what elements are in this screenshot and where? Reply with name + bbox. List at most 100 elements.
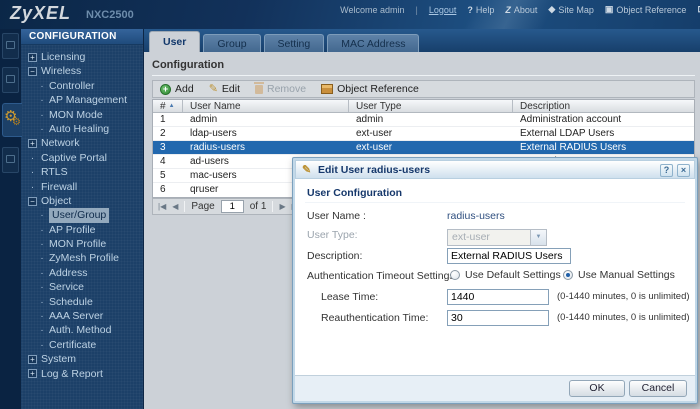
gear-small-icon: ⚙ (12, 118, 21, 128)
table-row[interactable]: 2 ldap-users ext-user External LDAP User… (153, 127, 694, 141)
user-configuration-heading: User Configuration (307, 187, 402, 199)
dialog-body: User Configuration User Name : radius-us… (295, 179, 695, 375)
reauth-time-input[interactable] (447, 310, 549, 326)
sidebar-item-captive-portal[interactable]: ·Captive Portal (21, 151, 143, 165)
add-button[interactable]: +Add (160, 83, 194, 95)
sidebar-item-mon-profile[interactable]: ·MON Profile (21, 237, 143, 251)
app-window: ZyXEL NXC2500 Welcome admin | Logout ?He… (0, 0, 700, 409)
prev-page-button[interactable]: ◀ (172, 202, 178, 211)
user-type-label: User Type: (307, 229, 358, 241)
sidebar-item-mon-mode[interactable]: ·MON Mode (21, 108, 143, 122)
edit-button[interactable]: ✎Edit (209, 83, 240, 95)
divider (184, 201, 185, 212)
edit-pencil-icon: ✎ (209, 84, 218, 95)
tab-setting[interactable]: Setting (264, 34, 325, 52)
sidebar-nav: +Licensing −Wireless ·Controller ·AP Man… (21, 45, 143, 381)
collapse-icon[interactable]: − (28, 67, 37, 76)
user-name-value: radius-users (447, 210, 505, 222)
description-input[interactable] (447, 248, 571, 264)
sidebar-item-zymesh-profile[interactable]: ·ZyMesh Profile (21, 251, 143, 265)
bullet-icon: · (39, 79, 45, 93)
col-user-type[interactable]: User Type (349, 100, 513, 112)
sidebar-item-service[interactable]: ·Service (21, 280, 143, 294)
zyxel-logo: ZyXEL (10, 3, 71, 24)
dialog-footer: OK Cancel (295, 375, 695, 401)
col-num[interactable]: #▲ (153, 100, 183, 112)
object-reference-icon: ▣ (605, 4, 614, 15)
sidebar-item-system[interactable]: +System (21, 352, 143, 366)
dashboard-icon[interactable] (2, 33, 19, 59)
bullet-icon: · (39, 122, 45, 136)
next-page-button[interactable]: ▶ (279, 202, 285, 211)
monitor-glyph (6, 75, 15, 83)
bullet-icon: · (39, 266, 45, 280)
tab-user[interactable]: User (149, 31, 200, 52)
use-manual-settings-radio[interactable]: Use Manual Settings (563, 269, 675, 281)
logout-link[interactable]: Logout (429, 5, 457, 15)
help-label: Help (476, 5, 495, 15)
object-reference-button[interactable]: Object Reference (321, 83, 419, 95)
collapse-icon[interactable]: − (28, 197, 37, 206)
sidebar-item-certificate[interactable]: ·Certificate (21, 338, 143, 352)
sidebar-item-address[interactable]: ·Address (21, 266, 143, 280)
col-user-name[interactable]: User Name (183, 100, 349, 112)
maintenance-glyph (6, 155, 15, 163)
sidebar-item-user-group[interactable]: ·User/Group (21, 208, 143, 222)
page-number-input[interactable] (221, 200, 244, 213)
col-description[interactable]: Description (513, 100, 694, 112)
sidebar-item-wireless[interactable]: −Wireless (21, 64, 143, 78)
section-heading: Configuration (152, 59, 224, 71)
use-default-settings-radio[interactable]: Use Default Settings (450, 269, 561, 281)
sidebar-item-auth-method[interactable]: ·Auth. Method (21, 323, 143, 337)
user-type-select: ext-user ▼ (447, 229, 547, 246)
lease-time-input[interactable] (447, 289, 549, 305)
monitor-icon[interactable] (2, 67, 19, 93)
bullet-icon: · (28, 151, 37, 165)
first-page-button[interactable]: |◀ (158, 202, 166, 211)
tab-bar: User Group Setting MAC Address (144, 29, 700, 52)
sidebar-item-schedule[interactable]: ·Schedule (21, 295, 143, 309)
sidebar-item-object[interactable]: −Object (21, 194, 143, 208)
bullet-icon: · (28, 180, 37, 194)
table-row-selected[interactable]: 3 radius-users ext-user External RADIUS … (153, 141, 694, 155)
cancel-button[interactable]: Cancel (629, 380, 687, 397)
sidebar-item-network[interactable]: +Network (21, 136, 143, 150)
about-link[interactable]: ZAbout (505, 5, 537, 15)
table-row[interactable]: 1 admin admin Administration account (153, 113, 694, 127)
object-reference-link[interactable]: ▣Object Reference (605, 4, 687, 15)
dialog-title: Edit User radius-users (318, 164, 430, 176)
header-links: Welcome admin | Logout ?Help ZAbout ◆Sit… (340, 4, 700, 15)
tab-mac-address[interactable]: MAC Address (327, 34, 419, 52)
configuration-icon[interactable]: ⚙ ⚙ (2, 103, 22, 137)
ok-button[interactable]: OK (569, 380, 625, 397)
sidebar-item-firewall[interactable]: ·Firewall (21, 180, 143, 194)
help-link[interactable]: ?Help (467, 5, 494, 15)
user-type-value: ext-user (452, 231, 490, 243)
sidebar-item-auto-healing[interactable]: ·Auto Healing (21, 122, 143, 136)
top-header: ZyXEL NXC2500 Welcome admin | Logout ?He… (0, 0, 700, 29)
sidebar-item-ap-profile[interactable]: ·AP Profile (21, 223, 143, 237)
sidebar-item-aaa-server[interactable]: ·AAA Server (21, 309, 143, 323)
radio-icon[interactable] (450, 270, 460, 280)
sidebar-item-log-report[interactable]: +Log & Report (21, 367, 143, 381)
expand-icon[interactable]: + (28, 369, 37, 378)
expand-icon[interactable]: + (28, 355, 37, 364)
radio-selected-icon[interactable] (563, 270, 573, 280)
expand-icon[interactable]: + (28, 53, 37, 62)
sitemap-icon: ◆ (548, 4, 555, 15)
sidebar-item-ap-management[interactable]: ·AP Management (21, 93, 143, 107)
bullet-icon: · (39, 295, 45, 309)
dialog-help-button[interactable]: ? (660, 164, 673, 177)
table-header-row: #▲ User Name User Type Description (153, 100, 694, 113)
sidebar-item-rtls[interactable]: ·RTLS (21, 165, 143, 179)
maintenance-icon[interactable] (2, 147, 19, 173)
sidebar-item-licensing[interactable]: +Licensing (21, 50, 143, 64)
sidebar-item-controller[interactable]: ·Controller (21, 79, 143, 93)
expand-icon[interactable]: + (28, 139, 37, 148)
tab-group[interactable]: Group (203, 34, 260, 52)
bullet-icon: · (39, 208, 45, 222)
sitemap-link[interactable]: ◆Site Map (548, 4, 593, 15)
bullet-icon: · (39, 309, 45, 323)
dialog-close-button[interactable]: × (677, 164, 690, 177)
heading-divider (152, 75, 695, 76)
